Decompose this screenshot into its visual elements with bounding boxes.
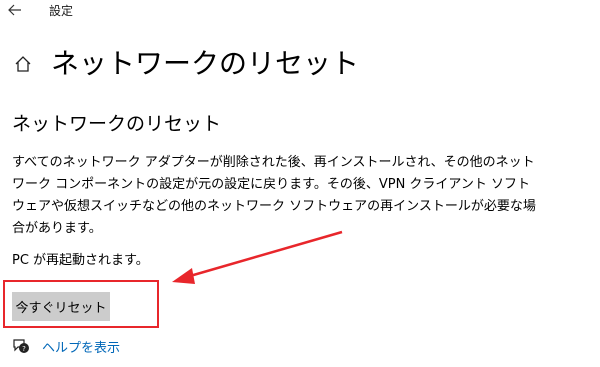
- help-link[interactable]: ヘルプを表示: [42, 337, 120, 356]
- restart-note: PC が再起動されます。: [12, 253, 149, 268]
- page-header: ネットワークのリセット: [12, 44, 359, 84]
- description-line: ワーク コンポーネントの設定が元の設定に戻ります。その後、VPN クライアント …: [12, 177, 531, 192]
- description-line: ウェアや仮想スイッチなどの他のネットワーク ソフトウェアの再インストールが必要な…: [12, 199, 536, 214]
- svg-text:?: ?: [22, 345, 26, 353]
- home-icon[interactable]: [12, 53, 34, 75]
- settings-window: 設定 ネットワークのリセット ネットワークのリセット すべてのネットワーク アダ…: [0, 0, 600, 367]
- reset-now-button[interactable]: 今すぐリセット: [12, 292, 110, 321]
- help-row: ? ヘルプを表示: [12, 336, 120, 356]
- arrow-left-icon: [8, 4, 21, 16]
- description-line: すべてのネットワーク アダプターが削除された後、再インストールされ、その他のネッ…: [12, 155, 535, 170]
- back-button[interactable]: [6, 1, 24, 19]
- page-title: ネットワークのリセット: [51, 47, 360, 80]
- help-chat-icon: ?: [12, 337, 30, 355]
- section-title: ネットワークのリセット: [12, 113, 222, 135]
- section-description: すべてのネットワーク アダプターが削除された後、再インストールされ、その他のネッ…: [12, 152, 536, 240]
- title-bar: 設定: [0, 0, 600, 24]
- window-title: 設定: [49, 4, 74, 18]
- description-line: 合があります。: [12, 221, 102, 236]
